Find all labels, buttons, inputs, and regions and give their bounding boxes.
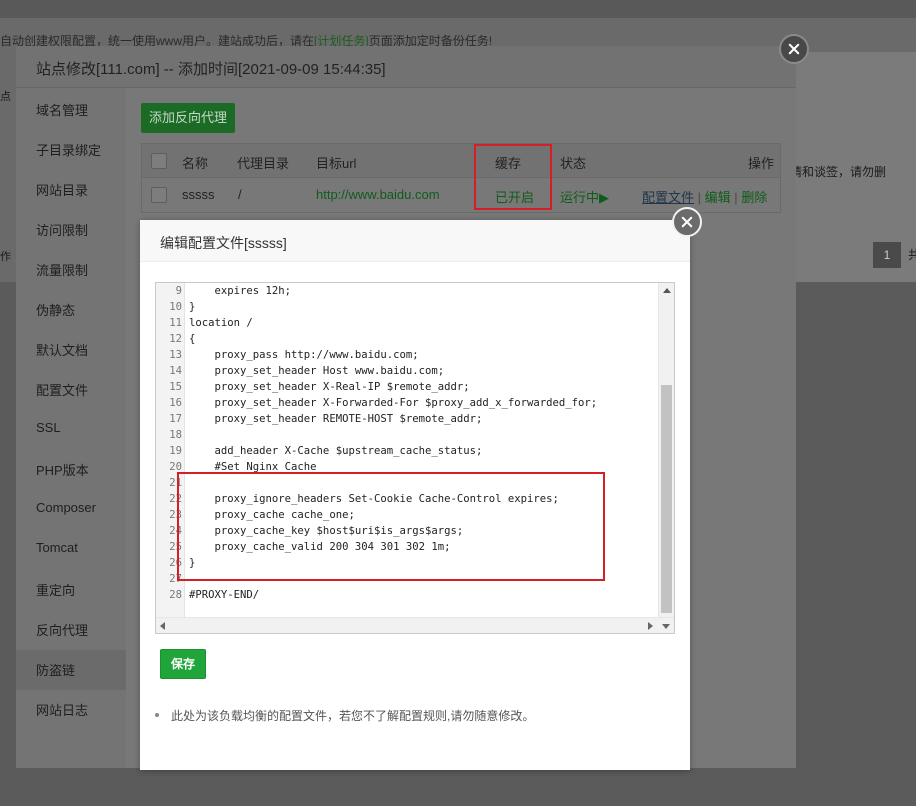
sidebar-item-hotlink-protection[interactable]: 防盗链 xyxy=(36,660,75,679)
code-line: 28 #PROXY-END/ xyxy=(156,587,658,603)
row-proxy-dir: / xyxy=(238,187,242,202)
col-header-name: 名称 xyxy=(182,156,209,171)
tip-text: 此处为该负载均衡的配置文件，若您不了解配置规则,请勿随意修改。 xyxy=(171,709,535,723)
action-separator: | xyxy=(734,190,738,205)
row-name: sssss xyxy=(182,187,215,202)
sidebar-item-domain[interactable]: 域名管理 xyxy=(36,100,88,119)
background-right-text: 请和谈签，请勿删 xyxy=(790,165,887,179)
sidebar-item-composer[interactable]: Composer xyxy=(36,500,96,515)
sidebar-item-traffic-limit[interactable]: 流量限制 xyxy=(36,260,88,279)
code-line: 12 { xyxy=(156,331,658,347)
vertical-scrollbar[interactable] xyxy=(658,283,674,617)
background-page-number: 1 xyxy=(873,242,901,268)
code-line: 19 add_header X-Cache $upstream_cache_st… xyxy=(156,443,658,459)
col-header-proxy-dir: 代理目录 xyxy=(237,156,290,171)
proxy-table: 名称 代理目录 目标url 缓存 状态 操作 sssss / http://ww… xyxy=(141,143,781,213)
delete-link[interactable]: 删除 xyxy=(741,190,767,205)
code-text: proxy_set_header X-Real-IP $remote_addr; xyxy=(189,381,470,393)
dialog-header: 编辑配置文件[sssss] xyxy=(140,220,690,262)
sidebar-item-tomcat[interactable]: Tomcat xyxy=(36,540,78,555)
line-number: 18 xyxy=(169,429,182,441)
sidebar-item-site-log[interactable]: 网站日志 xyxy=(36,700,88,719)
dialog-title: 编辑配置文件[sssss] xyxy=(160,235,287,251)
row-target-url: http://www.baidu.com xyxy=(316,187,440,202)
sidebar-item-default-doc[interactable]: 默认文档 xyxy=(36,340,88,359)
add-reverse-proxy-button[interactable]: 添加反向代理 xyxy=(141,103,235,133)
close-icon xyxy=(781,36,807,62)
line-number: 15 xyxy=(169,381,182,393)
code-text: expires 12h; xyxy=(189,285,292,297)
table-header: 名称 代理目录 目标url 缓存 状态 操作 xyxy=(142,144,780,178)
line-number: 12 xyxy=(169,333,182,345)
line-number: 17 xyxy=(169,413,182,425)
config-code-editor[interactable]: 9 expires 12h; 10} 11 location /12{13 proxy… xyxy=(155,282,675,634)
site-window-close-button[interactable] xyxy=(779,34,809,64)
edit-link[interactable]: 编辑 xyxy=(705,190,731,205)
scroll-right-icon[interactable] xyxy=(648,622,653,630)
code-line: 14 proxy_set_header Host www.baidu.com; xyxy=(156,363,658,379)
line-number: 14 xyxy=(169,365,182,377)
code-line: 11 location / xyxy=(156,315,658,331)
background-left-fragment: 作 xyxy=(0,251,11,263)
site-sidebar: 域名管理 子目录绑定 网站目录 访问限制 流量限制 伪静态 默认文档 配置文件 … xyxy=(16,88,126,768)
site-window-header: 站点修改[111.com] -- 添加时间[2021-09-09 15:44:3… xyxy=(16,46,796,88)
sidebar-item-redirect[interactable]: 重定向 xyxy=(36,580,75,599)
close-icon xyxy=(674,209,700,235)
dialog-close-button[interactable] xyxy=(672,207,702,237)
background-top-bar xyxy=(0,0,916,18)
line-number: 19 xyxy=(169,445,182,457)
sidebar-item-ssl[interactable]: SSL xyxy=(36,420,61,435)
background-left-fragment: 点 xyxy=(0,91,11,103)
code-line: 10} xyxy=(156,299,658,315)
sidebar-item-subdir-binding[interactable]: 子目录绑定 xyxy=(36,140,101,159)
sidebar-item-reverse-proxy[interactable]: 反向代理 xyxy=(36,620,88,639)
code-line: 13 proxy_pass http://www.baidu.com; xyxy=(156,347,658,363)
code-line: 15 proxy_set_header X-Real-IP $remote_ad… xyxy=(156,379,658,395)
code-line: 18 xyxy=(156,427,658,443)
code-line: 17 proxy_set_header REMOTE-HOST $remote_… xyxy=(156,411,658,427)
background-page-total: 共 xyxy=(908,248,916,262)
cache-column-highlight xyxy=(474,144,552,210)
code-text: } xyxy=(189,301,196,313)
edit-config-dialog: 编辑配置文件[sssss] 9 expires 12h; 10} 11 locatio… xyxy=(140,220,690,770)
action-separator: | xyxy=(697,190,702,205)
col-header-actions: 操作 xyxy=(748,156,775,171)
site-window-title: 站点修改[111.com] -- 添加时间[2021-09-09 15:44:3… xyxy=(36,61,386,78)
code-text: #PROXY-END/ xyxy=(189,589,260,601)
scroll-up-icon[interactable] xyxy=(663,288,671,293)
col-header-target-url: 目标url xyxy=(316,156,357,171)
line-number: 9 xyxy=(175,285,182,297)
code-text: proxy_set_header Host www.baidu.com; xyxy=(189,365,445,377)
code-text: { xyxy=(189,333,196,345)
line-number: 28 xyxy=(169,589,182,601)
sidebar-item-site-dir[interactable]: 网站目录 xyxy=(36,180,88,199)
code-text: proxy_set_header REMOTE-HOST $remote_add… xyxy=(189,413,483,425)
sidebar-item-access-limit[interactable]: 访问限制 xyxy=(36,220,88,239)
line-number: 13 xyxy=(169,349,182,361)
scroll-down-icon[interactable] xyxy=(662,624,670,629)
sidebar-item-rewrite[interactable]: 伪静态 xyxy=(36,300,75,319)
col-header-status: 状态 xyxy=(560,156,587,171)
sidebar-item-php-version[interactable]: PHP版本 xyxy=(36,460,89,479)
config-file-link[interactable]: 配置文件 xyxy=(642,190,694,205)
code-line: 16 proxy_set_header X-Forwarded-For $pro… xyxy=(156,395,658,411)
line-number: 16 xyxy=(169,397,182,409)
code-text: location / xyxy=(189,317,253,329)
line-number: 10 xyxy=(169,301,182,313)
save-button[interactable]: 保存 xyxy=(160,649,206,679)
cache-config-highlight xyxy=(177,472,605,581)
code-text: proxy_pass http://www.baidu.com; xyxy=(189,349,419,361)
select-all-checkbox[interactable] xyxy=(151,153,167,169)
line-number: 11 xyxy=(169,317,182,329)
vertical-scroll-thumb[interactable] xyxy=(661,385,672,613)
row-run-status[interactable]: 运行中▶ xyxy=(560,187,609,206)
horizontal-scrollbar[interactable] xyxy=(156,617,674,633)
code-text: add_header X-Cache $upstream_cache_statu… xyxy=(189,445,483,457)
code-line: 9 expires 12h; xyxy=(156,283,658,299)
scroll-left-icon[interactable] xyxy=(160,622,165,630)
sidebar-item-config-file[interactable]: 配置文件 xyxy=(36,380,88,399)
bullet-icon xyxy=(155,713,159,717)
row-checkbox[interactable] xyxy=(151,187,167,203)
code-text: proxy_set_header X-Forwarded-For $proxy_… xyxy=(189,397,598,409)
